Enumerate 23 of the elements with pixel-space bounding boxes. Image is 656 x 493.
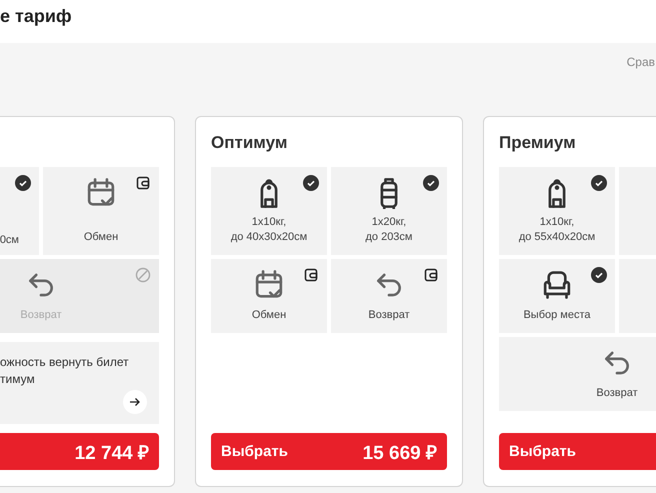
price: 12 744 ₽ bbox=[74, 442, 149, 464]
page-title: е тариф bbox=[0, 5, 72, 27]
feature-label: Обмен bbox=[252, 308, 286, 323]
feature-label: Возврат bbox=[20, 308, 62, 323]
feature-label: 1x10кг, до 40x30x20см bbox=[230, 215, 308, 245]
feature-label: 1x20кг, до 203см bbox=[365, 215, 412, 245]
arrow-right-icon bbox=[129, 396, 141, 408]
feature-label: Обмен bbox=[84, 230, 118, 245]
tariff-title: Оптимум bbox=[211, 132, 288, 154]
compare-link[interactable]: Срав bbox=[626, 43, 655, 69]
feature-label: Возврат bbox=[368, 308, 410, 323]
select-button[interactable]: 12 744 ₽ bbox=[0, 433, 159, 470]
feature-label: 0см bbox=[0, 233, 20, 248]
feature-label: 1x10кг, до 55x40x20см bbox=[518, 215, 596, 245]
arrow-button[interactable] bbox=[123, 390, 147, 414]
tariff-title: Премиум bbox=[499, 132, 577, 154]
price: 15 669 ₽ bbox=[362, 442, 437, 464]
select-button[interactable]: Выбрать bbox=[499, 433, 656, 470]
info-text: ожность вернуть билет тимум bbox=[0, 354, 130, 388]
feature-label: Выбор места bbox=[523, 308, 591, 323]
armchair-icon bbox=[541, 269, 573, 301]
select-button[interactable]: Выбрать 15 669 ₽ bbox=[211, 433, 447, 470]
feature-label: Возврат bbox=[596, 386, 638, 401]
